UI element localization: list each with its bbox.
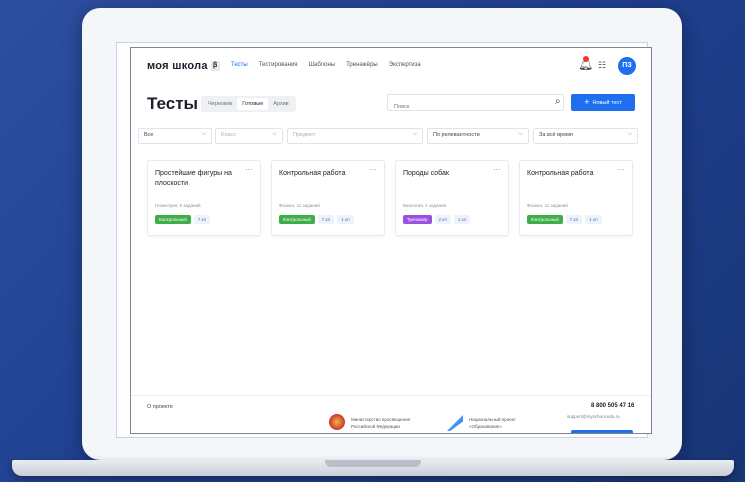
card-tags: Тренажёр 2 кл 1 кл xyxy=(403,215,471,224)
grade-tag: 7 кл xyxy=(565,215,583,224)
avatar[interactable]: ПЗ xyxy=(618,57,636,75)
card-tags: Контрольный 7 кл 1 кл xyxy=(527,215,602,224)
notification-dot xyxy=(583,56,589,62)
filter-all[interactable]: Все ⌵ xyxy=(138,128,212,144)
card-title: Контрольная работа xyxy=(279,170,346,177)
project-text: Национальный проект «Образование» xyxy=(469,417,516,429)
search-box xyxy=(387,94,564,111)
chevron-down-icon: ⌵ xyxy=(627,131,632,137)
plus-icon: + xyxy=(584,97,590,107)
ministry-text: Министерство просвещения Российской Феде… xyxy=(351,417,411,429)
test-card[interactable]: Контрольная работа ⋯ Физика, 11 заданий … xyxy=(519,160,633,236)
app-screen: моя школа β Тесты Тестирования Шаблоны Тр… xyxy=(130,47,652,434)
new-test-label: Новый тест xyxy=(592,99,622,106)
card-tags: Контрольный 7 кл 1 кл xyxy=(279,215,354,224)
chevron-down-icon: ⌵ xyxy=(201,131,206,137)
grade-tag: 7 кл xyxy=(317,215,335,224)
card-meta: Физика, 11 заданий xyxy=(279,203,320,208)
type-tag: Контрольный xyxy=(527,215,563,224)
tab-drafts[interactable]: Черновик xyxy=(203,98,237,110)
project-logo-icon xyxy=(447,415,463,431)
tab-ready[interactable]: Готовые xyxy=(237,98,269,110)
card-tags: Контрольный 7 кл xyxy=(155,215,211,224)
card-title: Простейшие фигуры на плоскости xyxy=(155,170,232,187)
chevron-down-icon: ⌵ xyxy=(412,131,417,137)
grade-tag: 7 кл xyxy=(193,215,211,224)
top-header: моя школа β Тесты Тестирования Шаблоны Тр… xyxy=(131,48,651,84)
nav-templates[interactable]: Шаблоны xyxy=(309,62,336,68)
test-card[interactable]: Простейшие фигуры на плоскости ⋯ Геометр… xyxy=(147,160,261,236)
grade-tag: 1 кл xyxy=(453,215,471,224)
support-phone[interactable]: 8 800 505 47 16 xyxy=(591,403,634,409)
search-input[interactable] xyxy=(394,104,534,110)
status-tabs: Черновик Готовые Архив xyxy=(201,96,296,112)
card-title: Породы собак xyxy=(403,170,449,177)
more-icon[interactable]: ⋯ xyxy=(617,165,625,174)
more-icon[interactable]: ⋯ xyxy=(369,165,377,174)
nav-trainers[interactable]: Тренажёры xyxy=(346,62,378,68)
card-meta: Биология, 4 задания xyxy=(403,203,447,208)
logo-text: моя школа xyxy=(147,60,208,72)
filter-sort[interactable]: По релевантности ⌵ xyxy=(427,128,529,144)
page-title: Тесты xyxy=(147,94,199,113)
footer-divider xyxy=(131,395,651,396)
filter-subject[interactable]: Предмет ⌵ xyxy=(287,128,423,144)
about-link[interactable]: О проекте xyxy=(147,404,173,410)
tab-archive[interactable]: Архив xyxy=(268,98,293,110)
card-meta: Геометрия, 5 заданий xyxy=(155,203,201,208)
footer-button[interactable] xyxy=(571,430,633,433)
ministry-emblem-icon xyxy=(329,414,345,430)
grade-tag: 1 кл xyxy=(337,215,354,224)
nav-tests[interactable]: Тесты xyxy=(231,62,248,68)
more-icon[interactable]: ⋯ xyxy=(245,165,253,174)
nav-testings[interactable]: Тестирования xyxy=(259,62,298,68)
apps-grid-icon[interactable]: ☷ xyxy=(598,60,606,71)
laptop-notch xyxy=(325,460,421,467)
card-title: Контрольная работа xyxy=(527,170,594,177)
card-meta: Физика, 11 заданий xyxy=(527,203,568,208)
type-tag: Тренажёр xyxy=(403,215,432,224)
more-icon[interactable]: ⋯ xyxy=(493,165,501,174)
filter-class[interactable]: Класс ⌵ xyxy=(215,128,283,144)
main-nav: Тесты Тестирования Шаблоны Тренажёры Экс… xyxy=(231,62,421,68)
chevron-down-icon: ⌵ xyxy=(518,131,523,137)
test-card[interactable]: Контрольная работа ⋯ Физика, 11 заданий … xyxy=(271,160,385,236)
beta-badge: β xyxy=(210,61,220,72)
grade-tag: 1 кл xyxy=(585,215,602,224)
support-email[interactable]: support@myschool.edu.ru xyxy=(567,414,620,419)
type-tag: Контрольный xyxy=(279,215,315,224)
new-test-button[interactable]: + Новый тест xyxy=(571,94,635,111)
logo[interactable]: моя школа β xyxy=(147,60,220,72)
type-tag: Контрольный xyxy=(155,215,191,224)
chevron-down-icon: ⌵ xyxy=(272,131,277,137)
grade-tag: 2 кл xyxy=(434,215,451,224)
search-icon[interactable]: ⌕ xyxy=(555,96,561,107)
nav-expertise[interactable]: Экспертиза xyxy=(389,62,421,68)
test-card[interactable]: Породы собак ⋯ Биология, 4 задания Трена… xyxy=(395,160,509,236)
filter-period[interactable]: За всё время ⌵ xyxy=(533,128,638,144)
